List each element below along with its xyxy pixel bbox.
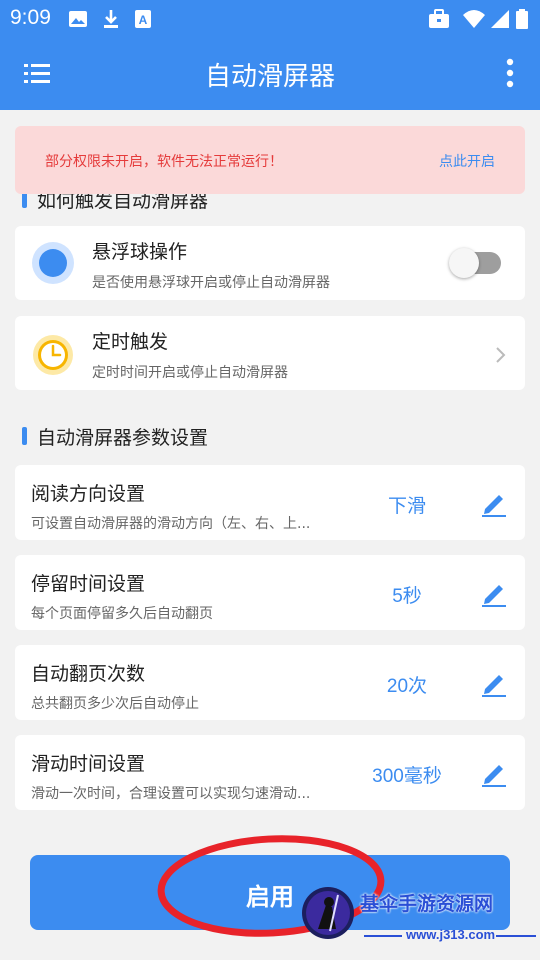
reading-direction-card[interactable]: 阅读方向设置 可设置自动滑屏器的滑动方向（左、右、上... 下滑	[15, 465, 525, 540]
param-value: 300毫秒	[372, 766, 442, 787]
watermark-url: www.j313.com	[406, 927, 496, 942]
clock-icon	[33, 335, 73, 375]
section-accent-bar	[22, 427, 27, 445]
edit-pencil-icon[interactable]	[481, 759, 507, 787]
param-title: 滑动时间设置	[31, 753, 146, 775]
status-bar: 9:09 A	[0, 0, 540, 38]
permission-alert: 部分权限未开启，软件无法正常运行！ 点此开启	[15, 126, 525, 194]
param-value: 下滑	[387, 496, 426, 517]
param-title: 停留时间设置	[31, 573, 146, 595]
alert-message: 部分权限未开启，软件无法正常运行！	[45, 154, 283, 170]
chevron-right-icon	[496, 347, 506, 363]
wifi-icon	[463, 10, 485, 28]
param-value: 5秒	[392, 586, 422, 607]
timer-trigger-card[interactable]: 定时触发 定时时间开启或停止自动滑屏器	[15, 316, 525, 390]
more-vertical-icon[interactable]	[506, 58, 514, 88]
card-title: 定时触发	[92, 331, 169, 353]
param-subtitle: 总共翻页多少次后自动停止	[31, 696, 199, 712]
param-title: 自动翻页次数	[31, 663, 146, 685]
keyboard-a-icon: A	[135, 10, 151, 28]
edit-pencil-icon[interactable]	[481, 669, 507, 697]
battery-icon	[516, 9, 528, 29]
floating-ball-icon	[32, 242, 74, 284]
watermark: 基伞手游资源网 www.j313.com	[300, 885, 540, 955]
edit-pencil-icon[interactable]	[481, 489, 507, 517]
toggle-knob	[449, 248, 479, 278]
param-value: 20次	[386, 676, 428, 697]
param-subtitle: 可设置自动滑屏器的滑动方向（左、右、上...	[31, 516, 311, 532]
status-time: 9:09	[10, 6, 51, 29]
watermark-logo-icon	[302, 887, 354, 939]
watermark-text: 基伞手游资源网	[360, 893, 494, 915]
edit-pencil-icon[interactable]	[481, 579, 507, 607]
swipe-time-card[interactable]: 滑动时间设置 滑动一次时间，合理设置可以实现匀速滑动... 300毫秒	[15, 735, 525, 810]
app-bar: 自动滑屏器	[0, 38, 540, 110]
page-count-card[interactable]: 自动翻页次数 总共翻页多少次后自动停止 20次	[15, 645, 525, 720]
section-title: 自动滑屏器参数设置	[37, 427, 209, 449]
page-title: 自动滑屏器	[204, 62, 335, 92]
svg-text:A: A	[139, 13, 148, 27]
floating-ball-card[interactable]: 悬浮球操作 是否使用悬浮球开启或停止自动滑屏器	[15, 226, 525, 300]
card-subtitle: 是否使用悬浮球开启或停止自动滑屏器	[92, 275, 330, 291]
card-title: 悬浮球操作	[92, 241, 188, 263]
param-subtitle: 每个页面停留多久后自动翻页	[31, 606, 213, 622]
param-title: 阅读方向设置	[31, 483, 146, 505]
stay-time-card[interactable]: 停留时间设置 每个页面停留多久后自动翻页 5秒	[15, 555, 525, 630]
watermark-line	[364, 935, 402, 937]
image-icon	[69, 11, 87, 27]
param-subtitle: 滑动一次时间，合理设置可以实现匀速滑动...	[31, 786, 311, 802]
card-subtitle: 定时时间开启或停止自动滑屏器	[92, 365, 288, 381]
signal-icon	[491, 10, 509, 28]
enable-permission-link[interactable]: 点此开启	[439, 151, 495, 171]
floating-ball-toggle[interactable]	[449, 248, 501, 278]
download-icon	[104, 10, 118, 28]
briefcase-icon	[429, 9, 449, 28]
watermark-line	[496, 935, 536, 937]
